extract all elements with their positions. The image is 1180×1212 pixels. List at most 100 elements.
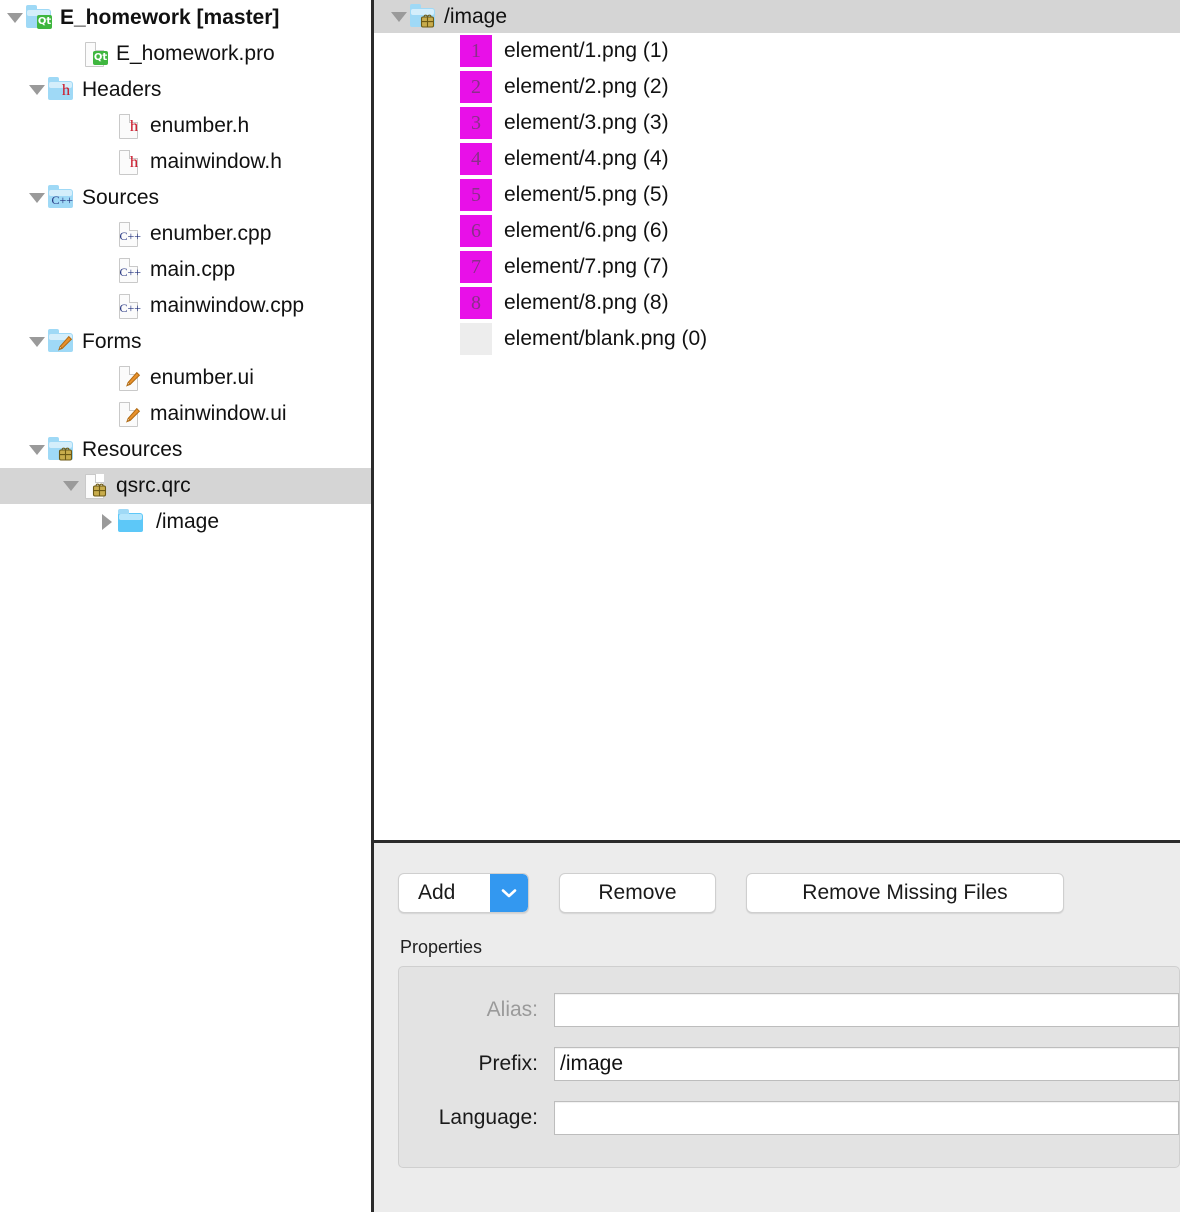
sources-folder-icon: C++ xyxy=(48,185,74,210)
expand-arrow-icon[interactable] xyxy=(4,0,26,36)
package-icon xyxy=(420,13,435,28)
resource-properties-panel: Add Remove Remove Missing Files Properti… xyxy=(374,843,1180,1212)
cpp-file-icon: C++ xyxy=(116,222,142,247)
ui-file-icon xyxy=(116,366,142,391)
resource-file-row[interactable]: 6 element/6.png (6) xyxy=(374,213,1180,249)
tree-item-mainwindow-cpp[interactable]: C++ mainwindow.cpp xyxy=(0,288,371,324)
add-button[interactable]: Add xyxy=(398,873,529,913)
tree-item-label: enumber.ui xyxy=(150,366,254,389)
tree-item-label: mainwindow.ui xyxy=(150,402,287,425)
tree-item-e-homework-pro[interactable]: Qt E_homework.pro xyxy=(0,36,371,72)
remove-missing-files-button[interactable]: Remove Missing Files xyxy=(746,873,1064,913)
resource-file-list[interactable]: /image 1 element/1.png (1) 2 element/2.p… xyxy=(374,0,1180,843)
tree-item-label: mainwindow.cpp xyxy=(150,294,305,317)
resource-prefix-row[interactable]: /image xyxy=(374,0,1180,33)
expand-arrow-icon[interactable] xyxy=(26,324,48,360)
pencil-icon xyxy=(124,371,141,388)
expand-arrow-icon[interactable] xyxy=(388,0,410,33)
resource-toolbar: Add Remove Remove Missing Files xyxy=(398,873,1180,913)
tree-item-label: mainwindow.h xyxy=(150,150,282,173)
remove-missing-files-label: Remove Missing Files xyxy=(802,881,1008,904)
forms-folder-icon xyxy=(48,329,74,354)
tree-item-qsrc-qrc[interactable]: qsrc.qrc xyxy=(0,468,371,504)
tree-item-headers[interactable]: h Headers xyxy=(0,72,371,108)
expand-arrow-icon[interactable] xyxy=(26,432,48,468)
language-input[interactable] xyxy=(554,1101,1179,1135)
image-folder-icon xyxy=(118,509,144,534)
tree-item-label: enumber.h xyxy=(150,114,250,137)
tree-item-label: Headers xyxy=(82,78,162,101)
resource-file-label: element/6.png (6) xyxy=(504,219,669,242)
h-file-icon: h xyxy=(116,114,142,139)
language-row: Language: xyxy=(399,1095,1179,1141)
resource-file-row[interactable]: 1 element/1.png (1) xyxy=(374,33,1180,69)
resource-file-row[interactable]: element/blank.png (0) xyxy=(374,321,1180,357)
thumbnail-swatch: 3 xyxy=(460,107,492,139)
tree-item-mainwindow-ui[interactable]: mainwindow.ui xyxy=(0,396,371,432)
resource-file-row[interactable]: 5 element/5.png (5) xyxy=(374,177,1180,213)
tree-item-enumber-ui[interactable]: enumber.ui xyxy=(0,360,371,396)
headers-folder-icon: h xyxy=(48,77,74,102)
resource-file-label: element/1.png (1) xyxy=(504,39,669,62)
tree-item-main-cpp[interactable]: C++ main.cpp xyxy=(0,252,371,288)
resource-file-row[interactable]: 7 element/7.png (7) xyxy=(374,249,1180,285)
tree-item-image-prefix[interactable]: /image xyxy=(0,504,371,540)
thumbnail-swatch: 4 xyxy=(460,143,492,175)
alias-input[interactable] xyxy=(554,993,1179,1027)
tree-item-label: qsrc.qrc xyxy=(116,474,191,497)
tree-item-label: Resources xyxy=(82,438,183,461)
properties-group-title: Properties xyxy=(400,937,483,957)
expand-arrow-icon[interactable] xyxy=(26,72,48,108)
tree-item-label: enumber.cpp xyxy=(150,222,272,245)
tree-item-sources[interactable]: C++ Sources xyxy=(0,180,371,216)
qrc-prefix-folder-icon xyxy=(410,3,436,29)
alias-row: Alias: xyxy=(399,987,1179,1033)
collapse-arrow-icon[interactable] xyxy=(96,504,118,540)
thumbnail-swatch: 1 xyxy=(460,35,492,67)
remove-button[interactable]: Remove xyxy=(559,873,716,913)
resource-file-label: element/3.png (3) xyxy=(504,111,669,134)
tree-item-mainwindow-h[interactable]: h mainwindow.h xyxy=(0,144,371,180)
resource-file-label: element/5.png (5) xyxy=(504,183,669,206)
qt-creator-resource-editor: Qt E_homework [master] Qt E_homework.pro… xyxy=(0,0,1180,1212)
tree-item-label: /image xyxy=(156,510,220,533)
resource-prefix-label: /image xyxy=(444,4,508,28)
add-dropdown-button[interactable] xyxy=(490,874,528,912)
cpp-file-icon: C++ xyxy=(116,258,142,283)
resource-file-row[interactable]: 2 element/2.png (2) xyxy=(374,69,1180,105)
tree-item-resources[interactable]: Resources xyxy=(0,432,371,468)
prefix-label: Prefix: xyxy=(478,1052,538,1075)
package-icon xyxy=(92,482,107,497)
pencil-icon xyxy=(124,407,141,424)
tree-item-label: E_homework.pro xyxy=(116,42,275,65)
resources-folder-icon xyxy=(48,437,74,462)
resource-file-row[interactable]: 4 element/4.png (4) xyxy=(374,141,1180,177)
prefix-input[interactable]: /image xyxy=(554,1047,1179,1081)
thumbnail-swatch: 8 xyxy=(460,287,492,319)
thumbnail-swatch: 2 xyxy=(460,71,492,103)
language-label: Language: xyxy=(438,1106,538,1129)
resource-file-label: element/2.png (2) xyxy=(504,75,669,98)
properties-group-box: Alias: Prefix: /image Language: xyxy=(398,966,1180,1168)
thumbnail-swatch: 7 xyxy=(460,251,492,283)
add-button-label: Add xyxy=(418,881,456,904)
tree-item-enumber-cpp[interactable]: C++ enumber.cpp xyxy=(0,216,371,252)
tree-item-label: Forms xyxy=(82,330,142,353)
pencil-icon xyxy=(56,335,73,352)
package-icon xyxy=(58,446,73,461)
qrc-file-icon xyxy=(82,474,108,499)
expand-arrow-icon[interactable] xyxy=(60,468,82,504)
tree-item-e-homework[interactable]: Qt E_homework [master] xyxy=(0,0,371,36)
project-tree-sidebar[interactable]: Qt E_homework [master] Qt E_homework.pro… xyxy=(0,0,374,1212)
alias-label: Alias: xyxy=(486,998,538,1021)
resource-file-row[interactable]: 8 element/8.png (8) xyxy=(374,285,1180,321)
h-file-icon: h xyxy=(116,150,142,175)
resource-file-row[interactable]: 3 element/3.png (3) xyxy=(374,105,1180,141)
tree-item-forms[interactable]: Forms xyxy=(0,324,371,360)
thumbnail-swatch-blank xyxy=(460,323,492,355)
chevron-down-icon xyxy=(501,889,517,898)
expand-arrow-icon[interactable] xyxy=(26,180,48,216)
resource-file-label: element/blank.png (0) xyxy=(504,327,708,350)
tree-item-enumber-h[interactable]: h enumber.h xyxy=(0,108,371,144)
qt-pro-file-icon: Qt xyxy=(82,42,108,67)
